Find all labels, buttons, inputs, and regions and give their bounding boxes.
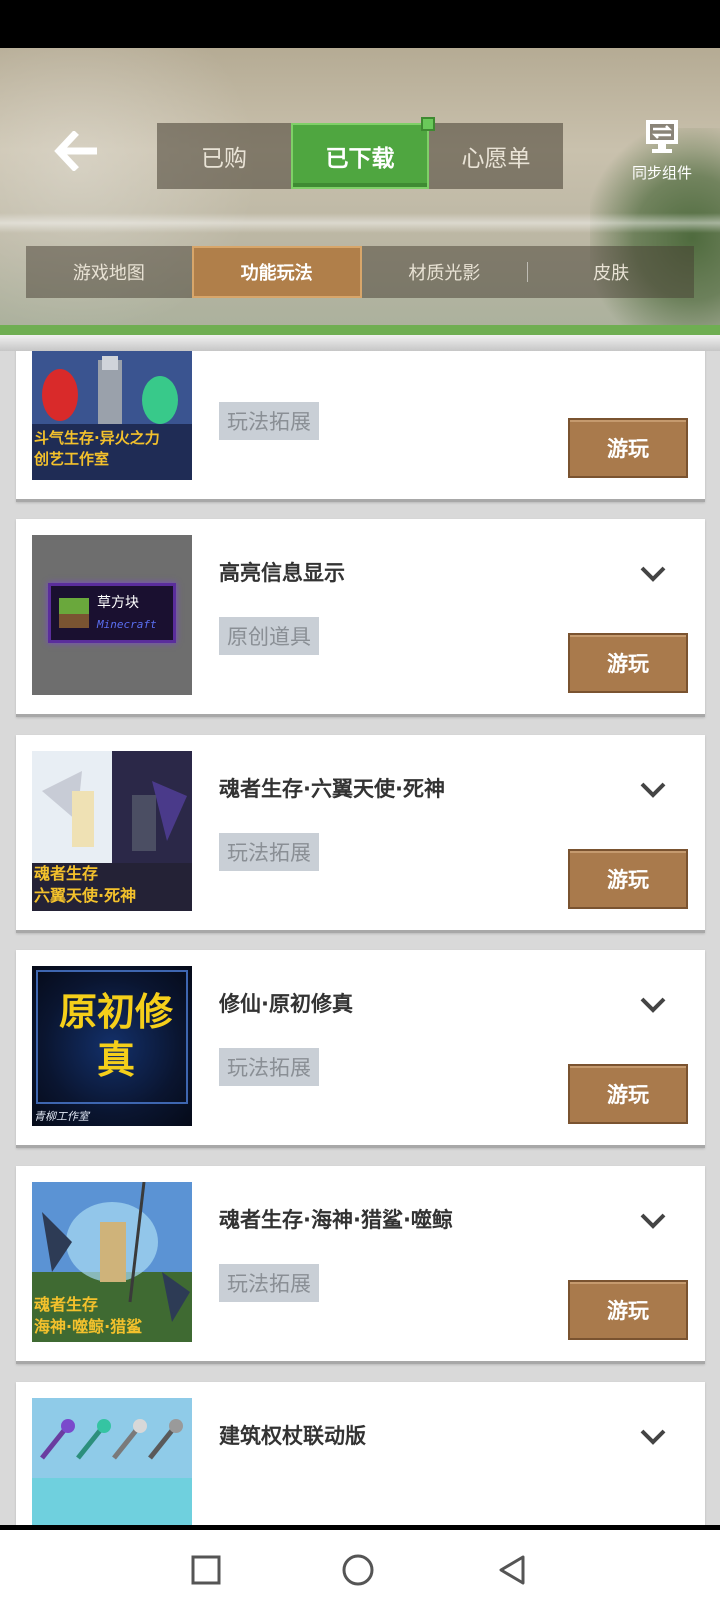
header-bottom-edge [0, 335, 720, 351]
tab-purchased-label: 已购 [201, 146, 247, 172]
thumbnail-caption-line1: 魂者生存 [34, 864, 99, 883]
item-title: 高亮信息显示 [219, 561, 345, 585]
top-tab-bar: 已购 已下载 心愿单 [157, 117, 563, 189]
thumbnail-caption-line2: 青柳工作室 [34, 1110, 89, 1123]
play-button[interactable]: 游玩 [568, 633, 688, 693]
sync-computer-icon [646, 120, 678, 153]
back-button[interactable] [52, 126, 102, 176]
thumbnail-caption-line1: 草方块 [97, 595, 139, 611]
item-thumbnail: 魂者生存 海神·噬鲸·猎鲨 [32, 1182, 192, 1342]
back-nav-button[interactable] [494, 1552, 530, 1588]
chevron-down-icon[interactable] [638, 1427, 668, 1447]
home-button[interactable] [340, 1552, 376, 1588]
tab-wishlist[interactable]: 心愿单 [429, 123, 563, 189]
status-bar [0, 0, 720, 48]
system-nav-bar [0, 1525, 720, 1600]
item-title: 魂者生存·六翼天使·死神 [219, 777, 445, 801]
square-icon [191, 1555, 221, 1585]
thumbnail-caption-line2: 创艺工作室 [34, 450, 110, 468]
item-thumbnail: 原初修真 青柳工作室 [32, 966, 192, 1126]
list-item[interactable]: 魂者生存 海神·噬鲸·猎鲨 魂者生存·海神·猎鲨·噬鲸 玩法拓展 游玩 [16, 1166, 705, 1364]
thumbnail-art [32, 1398, 192, 1525]
category-tab-gameplay[interactable]: 功能玩法 [191, 246, 362, 298]
category-tab-bar: 游戏地图 功能玩法 材质光影 皮肤 [26, 246, 694, 298]
category-tab-gameplay-label: 功能玩法 [240, 263, 313, 284]
item-thumbnail [32, 1398, 192, 1525]
category-tab-skins[interactable]: 皮肤 [528, 246, 694, 298]
list-item[interactable]: 魂者生存 六翼天使·死神 魂者生存·六翼天使·死神 玩法拓展 游玩 [16, 735, 705, 933]
tab-downloaded[interactable]: 已下载 [291, 117, 435, 189]
item-tag: 玩法拓展 [219, 833, 319, 871]
back-arrow-icon [54, 131, 97, 171]
thumbnail-caption-line2: 海神·噬鲸·猎鲨 [34, 1317, 143, 1336]
list-item: 斗气生存·异火之力 创艺工作室 玩法拓展 游玩 [16, 351, 705, 502]
circle-icon [342, 1554, 374, 1586]
header: 已购 已下载 心愿单 同步组件 游戏地图 功能玩法 材质光影 皮肤 [0, 48, 720, 340]
thumbnail-caption: 魂者生存 六翼天使·死神 [34, 863, 136, 907]
list-item[interactable]: 建筑权杖联动版 [16, 1382, 705, 1525]
item-title: 修仙·原初修真 [219, 992, 353, 1016]
chevron-down-icon[interactable] [638, 780, 668, 800]
play-button[interactable]: 游玩 [568, 1280, 688, 1340]
grass-block-icon [59, 598, 89, 628]
item-thumbnail: 魂者生存 六翼天使·死神 [32, 751, 192, 911]
chevron-down-icon[interactable] [638, 995, 668, 1015]
tab-wishlist-label: 心愿单 [461, 146, 531, 172]
item-tag: 玩法拓展 [219, 402, 319, 440]
thumbnail-caption-line1: 斗气生存·异火之力 [34, 429, 160, 447]
play-button[interactable]: 游玩 [568, 418, 688, 478]
chevron-down-icon[interactable] [638, 1211, 668, 1231]
item-title: 魂者生存·海神·猎鲨·噬鲸 [219, 1208, 453, 1232]
thumbnail-caption-line1: 魂者生存 [34, 1295, 99, 1314]
sync-components-button[interactable]: 同步组件 [622, 118, 702, 188]
recent-apps-button[interactable] [188, 1552, 224, 1588]
category-tab-maps-label: 游戏地图 [72, 263, 145, 284]
tab-downloaded-label: 已下载 [325, 146, 395, 172]
thumbnail-caption-line1: 原初修真 [58, 989, 173, 1082]
header-light-band [0, 213, 720, 233]
downloaded-list[interactable]: 斗气生存·异火之力 创艺工作室 玩法拓展 游玩 草方块 Minecraft 高亮… [0, 351, 720, 1525]
category-tab-skins-label: 皮肤 [593, 263, 630, 284]
thumbnail-caption-line2: 六翼天使·死神 [34, 886, 137, 905]
item-tag: 玩法拓展 [219, 1264, 319, 1302]
thumbnail-caption: 斗气生存·异火之力 创艺工作室 [34, 428, 160, 470]
category-tab-textures-label: 材质光影 [408, 263, 481, 284]
category-tab-maps[interactable]: 游戏地图 [26, 246, 192, 298]
header-green-border [0, 325, 720, 335]
thumbnail-caption: 魂者生存 海神·噬鲸·猎鲨 [34, 1294, 142, 1338]
sync-label: 同步组件 [631, 164, 692, 182]
item-thumbnail: 斗气生存·异火之力 创艺工作室 [32, 351, 192, 480]
item-tag: 原创道具 [219, 617, 319, 655]
play-button[interactable]: 游玩 [568, 1064, 688, 1124]
triangle-back-icon [499, 1555, 525, 1585]
list-item[interactable]: 草方块 Minecraft 高亮信息显示 原创道具 游玩 [16, 519, 705, 717]
chevron-down-icon[interactable] [638, 564, 668, 584]
item-thumbnail: 草方块 Minecraft [32, 535, 192, 695]
list-item[interactable]: 原初修真 青柳工作室 修仙·原初修真 玩法拓展 游玩 [16, 950, 705, 1148]
tab-purchased[interactable]: 已购 [157, 123, 291, 189]
category-tab-textures[interactable]: 材质光影 [362, 246, 528, 298]
thumbnail-caption-line2: Minecraft [97, 618, 157, 631]
item-tag: 玩法拓展 [219, 1048, 319, 1086]
thumbnail-info-panel: 草方块 Minecraft [48, 583, 176, 643]
item-title: 建筑权杖联动版 [219, 1424, 366, 1448]
play-button[interactable]: 游玩 [568, 849, 688, 909]
